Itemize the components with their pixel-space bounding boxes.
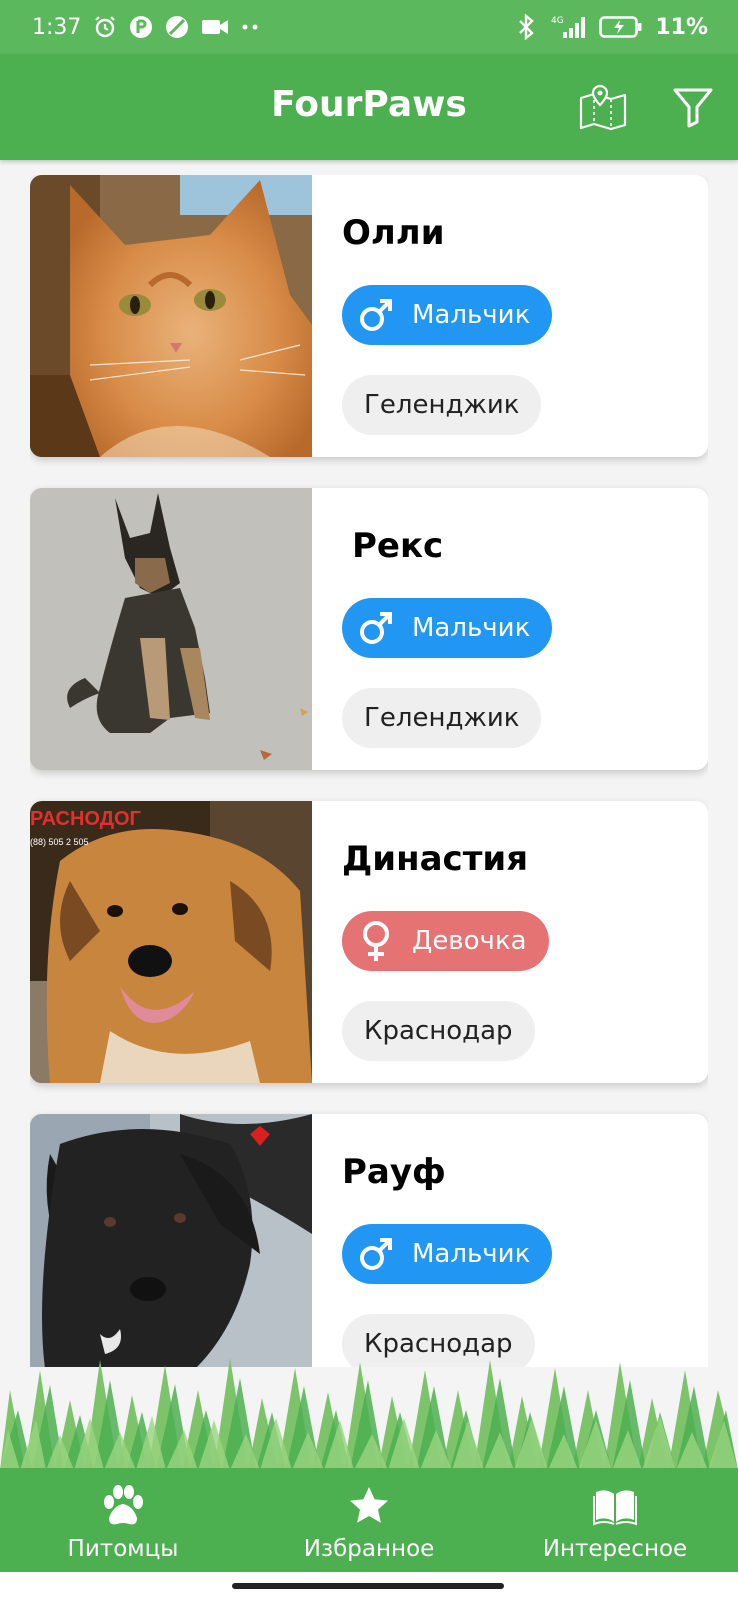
pet-card[interactable]: Олли Мальчик Геленджик bbox=[30, 175, 708, 457]
filter-icon bbox=[673, 88, 713, 128]
nav-item-favorites[interactable]: Избранное bbox=[246, 1468, 492, 1572]
city-chip: Краснодар bbox=[342, 1001, 535, 1061]
app-notification-icon bbox=[129, 15, 153, 39]
female-icon bbox=[363, 921, 389, 961]
nav-item-interesting[interactable]: Интересное bbox=[492, 1468, 738, 1572]
male-icon bbox=[360, 612, 392, 644]
pet-photo-cat bbox=[30, 175, 312, 457]
status-time: 1:37 bbox=[32, 14, 82, 40]
more-notifications-icon bbox=[241, 23, 259, 31]
gender-chip: Мальчик bbox=[342, 285, 553, 345]
nav-label-interesting: Интересное bbox=[542, 1536, 688, 1562]
star-icon bbox=[350, 1487, 388, 1523]
app-bar: FourPaws bbox=[0, 54, 738, 160]
pet-photo-ginger-dog: РАСНОДОГ (88) 505 2 505 bbox=[30, 801, 312, 1083]
pet-info: Олли Мальчик Геленджик bbox=[312, 175, 708, 457]
map-button[interactable] bbox=[578, 84, 628, 131]
gender-label: Девочка bbox=[412, 926, 527, 956]
map-pin-icon bbox=[579, 84, 627, 131]
gender-label: Мальчик bbox=[412, 1239, 531, 1269]
gender-chip: Мальчик bbox=[342, 598, 553, 658]
svg-text:РАСНОДОГ: РАСНОДОГ bbox=[30, 808, 141, 830]
alarm-icon bbox=[93, 15, 117, 39]
pet-list[interactable]: Олли Мальчик Геленджик Рекс Мальчик Геле… bbox=[30, 175, 708, 1367]
pet-card[interactable]: РАСНОДОГ (88) 505 2 505 Династия Девочка… bbox=[30, 801, 708, 1083]
pet-name: Династия bbox=[342, 839, 529, 879]
nav-item-pets[interactable]: Питомцы bbox=[0, 1468, 246, 1572]
pet-name: Рауф bbox=[342, 1152, 446, 1192]
nav-label-favorites: Избранное bbox=[303, 1536, 435, 1562]
pet-name: Рекс bbox=[352, 526, 444, 566]
signal-icon: 4G bbox=[549, 14, 587, 40]
pet-photo-black-puppy bbox=[30, 1114, 312, 1367]
city-chip: Геленджик bbox=[342, 375, 542, 435]
pet-info: Рауф Мальчик Краснодар bbox=[312, 1114, 708, 1367]
nav-label-pets: Питомцы bbox=[67, 1536, 179, 1562]
book-icon bbox=[593, 1490, 637, 1526]
battery-level: 11% bbox=[655, 14, 708, 40]
pet-info: Династия Девочка Краснодар bbox=[312, 801, 708, 1083]
svg-text:(88) 505 2 505: (88) 505 2 505 bbox=[30, 837, 89, 847]
pet-info: Рекс Мальчик Геленджик bbox=[312, 488, 708, 770]
battery-icon bbox=[599, 15, 643, 39]
pet-card[interactable]: Рекс Мальчик Геленджик bbox=[30, 488, 708, 770]
filter-button[interactable] bbox=[672, 86, 714, 128]
pet-card[interactable]: Рауф Мальчик Краснодар bbox=[30, 1114, 708, 1367]
gender-chip: Девочка bbox=[342, 911, 549, 971]
pet-name: Олли bbox=[342, 213, 445, 253]
video-camera-icon bbox=[201, 17, 229, 37]
gesture-navigation-bar[interactable] bbox=[232, 1583, 504, 1589]
status-bar: 1:37 4G 11% bbox=[0, 0, 738, 54]
pet-photo-shepherd-puppy bbox=[30, 488, 312, 770]
city-chip: Геленджик bbox=[342, 688, 542, 748]
bluetooth-icon bbox=[517, 14, 537, 40]
gender-chip: Мальчик bbox=[342, 1224, 553, 1284]
gender-label: Мальчик bbox=[412, 613, 531, 643]
svg-text:4G: 4G bbox=[551, 16, 564, 26]
grass-decoration bbox=[0, 1350, 738, 1470]
blocked-icon bbox=[165, 15, 189, 39]
paw-icon bbox=[104, 1485, 143, 1525]
gender-label: Мальчик bbox=[412, 300, 531, 330]
male-icon bbox=[360, 1238, 392, 1270]
bottom-navigation: Питомцы Избранное Интересное bbox=[0, 1468, 738, 1572]
gesture-area bbox=[0, 1572, 738, 1600]
male-icon bbox=[360, 299, 392, 331]
